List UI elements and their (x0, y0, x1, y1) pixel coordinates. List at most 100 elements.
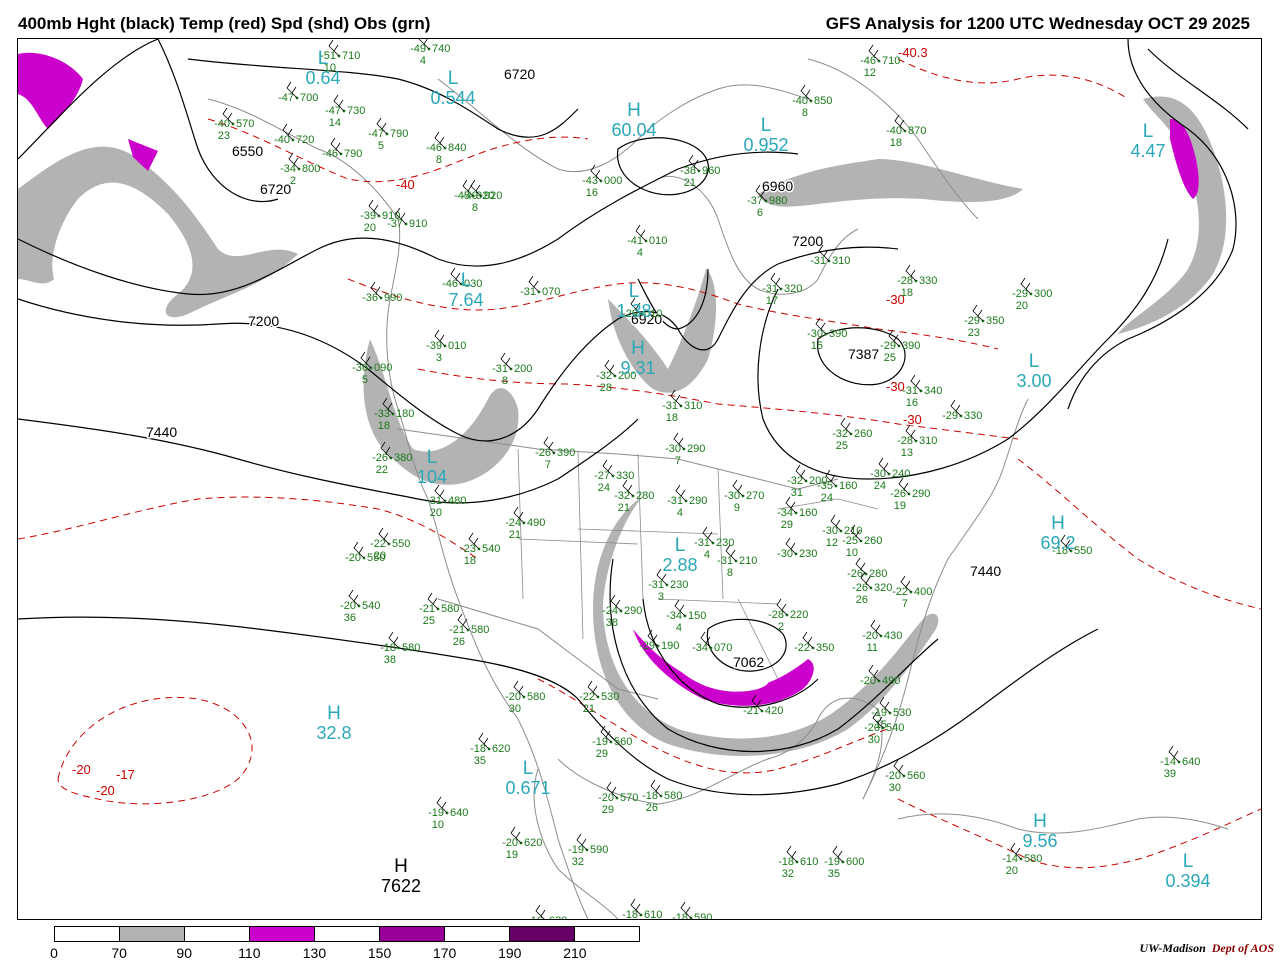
obs-temperature: -31 (717, 555, 733, 567)
obs-height: 160 (799, 507, 817, 519)
station-obs: -20 620 19 (502, 826, 542, 861)
obs-height: 280 (636, 490, 654, 502)
obs-temperature: -47 (278, 92, 294, 104)
obs-temperature: -22 (892, 586, 908, 598)
center-value: 3.00 (1016, 371, 1051, 391)
temperature-label: -20 (72, 762, 91, 777)
obs-temperature: -30 (822, 525, 838, 537)
obs-height: 270 (746, 490, 764, 502)
obs-height: 190 (661, 640, 679, 652)
obs-height: 710 (882, 55, 900, 67)
temperature-contours (18, 58, 1261, 869)
center-value: 2.88 (662, 555, 697, 575)
obs-dewpoint: 22 (376, 464, 388, 476)
obs-dewpoint: 8 (727, 567, 733, 579)
chart-title-left: 400mb Hght (black) Temp (red) Spd (shd) … (18, 14, 431, 33)
station-obs: -46 790 (322, 137, 362, 160)
obs-height: 340 (924, 385, 942, 397)
obs-dewpoint: 6 (757, 207, 763, 219)
obs-height: 600 (846, 856, 864, 868)
obs-height: 910 (409, 218, 427, 230)
obs-height: 960 (702, 165, 720, 177)
obs-height: 560 (907, 770, 925, 782)
obs-temperature: -33 (374, 408, 390, 420)
obs-temperature: -37 (747, 195, 763, 207)
obs-temperature: -29 (942, 410, 958, 422)
obs-height: 070 (714, 642, 732, 654)
obs-temperature: -39 (360, 210, 376, 222)
obs-height: 870 (908, 125, 926, 137)
obs-temperature: -49 (410, 43, 426, 55)
obs-dewpoint: 4 (677, 507, 683, 519)
obs-dewpoint: 19 (894, 500, 906, 512)
center-value: 69.2 (1040, 533, 1075, 553)
obs-temperature: -40 (274, 134, 290, 146)
center-value: 0.64 (305, 68, 340, 88)
station-obs: -18 580 38 (380, 631, 420, 666)
station-obs: -30 270 9 (724, 479, 764, 514)
obs-dewpoint: 18 (890, 137, 902, 149)
obs-height: 620 (549, 915, 567, 919)
obs-temperature: -31 (520, 286, 536, 298)
obs-dewpoint: 5 (378, 140, 384, 152)
obs-height: 300 (1034, 288, 1052, 300)
obs-temperature: -14 (1002, 853, 1018, 865)
obs-dewpoint: 17 (766, 295, 778, 307)
obs-temperature: -19 (824, 856, 840, 868)
credit-institution: UW-Madison (1139, 941, 1206, 955)
obs-height: 540 (886, 722, 904, 734)
obs-temperature: -34 (280, 163, 296, 175)
isotherm-caribbean (897, 798, 1261, 869)
center-letter: H (394, 856, 408, 877)
station-obs: -28 330 18 (897, 264, 937, 299)
obs-dewpoint: 26 (646, 802, 658, 814)
obs-height: 590 (590, 844, 608, 856)
center-letter: L (675, 535, 686, 556)
center-value: 0.671 (505, 778, 550, 798)
obs-dewpoint: 36 (344, 612, 356, 624)
obs-height: 210 (739, 555, 757, 567)
obs-temperature: -47 (325, 105, 341, 117)
obs-height: 480 (448, 495, 466, 507)
obs-temperature: -18 (622, 909, 638, 919)
center-letter: L (523, 758, 534, 779)
center-value: 1.38 (616, 301, 651, 321)
height-label: 7440 (146, 424, 177, 440)
station-obs: -31 070 (520, 275, 560, 298)
obs-dewpoint: 7 (675, 455, 681, 467)
obs-temperature: -18 (778, 856, 794, 868)
obs-dewpoint: 30 (868, 734, 880, 746)
center-value: 7622 (381, 876, 421, 896)
station-obs: -31 290 4 (667, 484, 707, 519)
obs-height: 790 (390, 128, 408, 140)
center-letter: L (1143, 121, 1154, 142)
isotherm-northeast (897, 58, 1129, 100)
obs-dewpoint: 4 (637, 247, 643, 259)
obs-height: 290 (687, 443, 705, 455)
station-obs: -47 790 5 (368, 117, 408, 152)
station-obs: -20 560 30 (885, 759, 925, 794)
obs-height: 400 (914, 586, 932, 598)
obs-dewpoint: 35 (828, 868, 840, 880)
obs-height: 180 (396, 408, 414, 420)
station-obs: -36 990 (362, 281, 402, 304)
colorbar-segment (380, 927, 445, 941)
obs-height: 710 (342, 50, 360, 62)
station-obs: -31 200 8 (492, 352, 532, 387)
obs-temperature: -22 (579, 691, 595, 703)
obs-height: 390 (557, 447, 575, 459)
obs-height: 490 (882, 675, 900, 687)
colorbar-segment (315, 927, 380, 941)
center-letter: H (631, 338, 645, 359)
high-center: H60.04 (611, 100, 656, 140)
pressure-center-labels: L0.64 L0.544H60.04 L0.952L4.47L7.64 L1.38H9… (305, 48, 1210, 896)
center-value: 9.56 (1022, 831, 1057, 851)
height-label: 6720 (260, 181, 291, 197)
center-letter: L (318, 48, 329, 69)
center-letter: L (448, 68, 459, 89)
station-obs: -20 540 36 (340, 589, 380, 624)
center-value: 4.47 (1130, 141, 1165, 161)
obs-temperature: -29 (880, 340, 896, 352)
height-label: 6550 (232, 143, 263, 159)
obs-height: 840 (448, 142, 466, 154)
